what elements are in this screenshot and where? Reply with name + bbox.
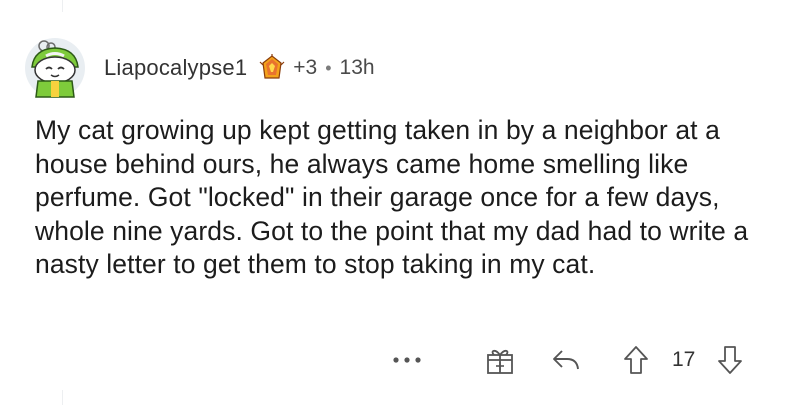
meta-separator: • — [325, 57, 332, 78]
gift-icon — [487, 349, 513, 374]
downvote-arrow-icon — [718, 346, 742, 374]
timestamp: 13h — [339, 56, 375, 79]
comment: Liapocalypse1 +3 • 13h My cat growing up… — [0, 0, 795, 405]
downvote-button[interactable] — [710, 340, 750, 380]
give-award-button[interactable] — [478, 340, 522, 380]
username[interactable]: Liapocalypse1 — [104, 55, 247, 81]
upvote-button[interactable] — [616, 340, 656, 380]
award-icon[interactable] — [259, 54, 285, 82]
more-icon — [393, 357, 421, 363]
award-count: +3 — [293, 56, 318, 79]
vote-count: 17 — [672, 348, 696, 371]
reply-button[interactable] — [546, 340, 586, 380]
thread-line-bottom — [62, 390, 63, 405]
avatar[interactable] — [24, 37, 86, 99]
comment-actions: 17 — [0, 340, 795, 380]
upvote-arrow-icon — [624, 346, 648, 374]
reply-icon — [553, 350, 579, 370]
more-options-button[interactable] — [384, 340, 430, 380]
comment-header: Liapocalypse1 +3 • 13h — [24, 36, 375, 100]
comment-body: My cat growing up kept getting taken in … — [35, 115, 749, 279]
avatar-icon — [25, 38, 85, 98]
